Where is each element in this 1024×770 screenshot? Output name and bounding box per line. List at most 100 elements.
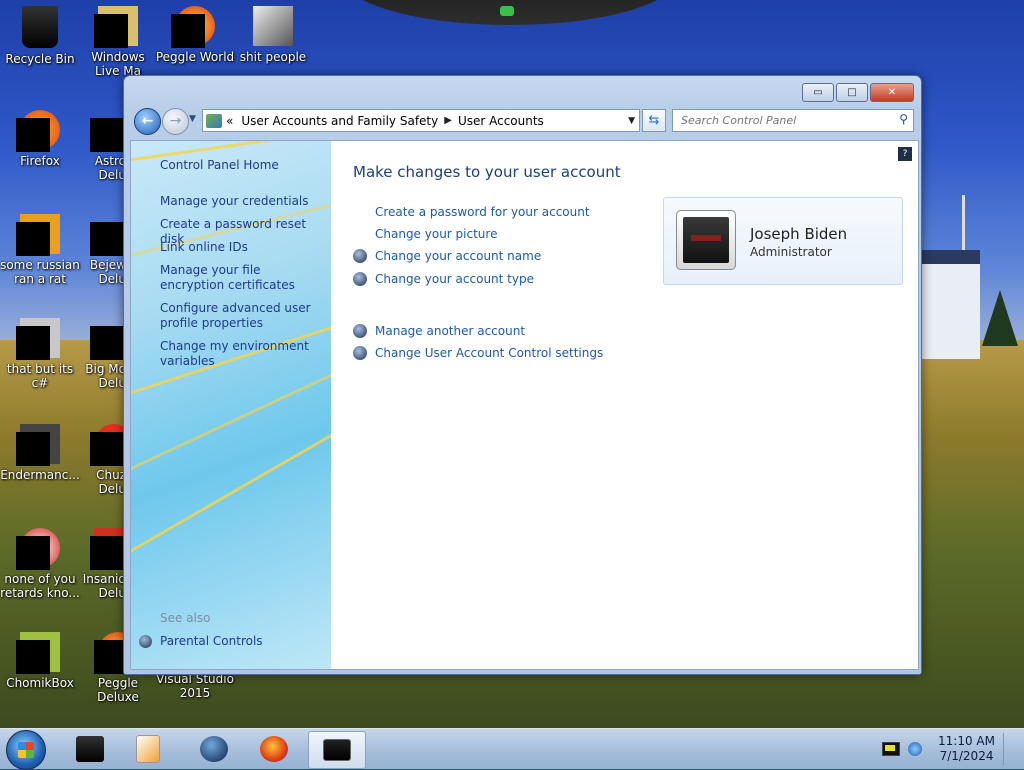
firefox-icon <box>260 736 288 762</box>
minimize-button[interactable]: ▭ <box>802 83 834 102</box>
media-player-icon <box>136 735 160 763</box>
shield-icon <box>353 272 367 286</box>
page-title: Make changes to your user account <box>353 163 621 181</box>
arrow-right-icon: → <box>169 113 182 129</box>
refresh-icon: ⇆ <box>648 113 660 128</box>
desktop-icon-firefox[interactable]: Firefox <box>0 110 80 168</box>
desktop-icon-windows-live[interactable]: Windows Live Ma <box>78 6 158 78</box>
see-also-heading: See also <box>160 611 211 625</box>
folder-icon <box>253 6 293 46</box>
task-change-account-name[interactable]: Change your account name <box>375 249 541 263</box>
app-icon <box>16 318 60 360</box>
sidebar-advanced-profile[interactable]: Configure advanced user profile properti… <box>160 301 325 331</box>
user-picture-icon <box>683 217 729 263</box>
close-button[interactable]: ✕ <box>870 83 914 102</box>
user-account-card: Joseph Biden Administrator <box>663 197 903 285</box>
chomikbox-icon <box>16 632 60 674</box>
app-icon <box>16 528 60 570</box>
control-panel-icon <box>206 113 222 128</box>
app-icon <box>16 214 60 256</box>
desktop-icon-bejeweled[interactable]: Bejew Delu <box>78 214 126 286</box>
search-icon[interactable]: ⚲ <box>899 112 908 126</box>
help-button[interactable]: ? <box>898 147 912 161</box>
peggle-world-icon <box>171 6 215 48</box>
recent-pages-dropdown[interactable]: ▼ <box>189 114 196 124</box>
wallpaper-tree <box>982 290 1018 346</box>
sidebar-link-online-ids[interactable]: Link online IDs <box>160 240 325 255</box>
windows-live-icon <box>94 6 138 48</box>
task-change-account-type[interactable]: Change your account type <box>375 272 534 286</box>
sidebar-file-encryption[interactable]: Manage your file encryption certificates <box>160 263 325 293</box>
maximize-button[interactable]: □ <box>836 83 868 102</box>
desktop-icon-folder[interactable]: shit people <box>233 6 313 64</box>
unknown-app-icon <box>76 736 104 762</box>
taskbar: 11:10 AM 7/1/2024 <box>0 728 1024 770</box>
start-button[interactable] <box>6 730 46 770</box>
desktop-icon-recycle-bin[interactable]: Recycle Bin <box>0 6 80 66</box>
system-tray: 11:10 AM 7/1/2024 <box>882 733 1014 765</box>
breadcrumb-overflow[interactable]: « <box>226 114 233 128</box>
task-change-picture[interactable]: Change your picture <box>375 227 497 241</box>
forward-button[interactable]: → <box>162 108 189 135</box>
main-panel: ? Make changes to your user account Crea… <box>331 141 918 669</box>
control-panel-icon <box>323 739 351 761</box>
chevron-down-icon: ▼ <box>189 114 196 124</box>
desktop-icon-none-of-you[interactable]: none of you retards kno... <box>0 528 80 600</box>
clock-time: 11:10 AM <box>938 734 995 748</box>
desktop-icon-csharp[interactable]: that but its c# <box>0 318 80 390</box>
network-icon[interactable] <box>908 742 923 756</box>
shield-icon <box>353 346 367 360</box>
taskbar-app-4[interactable] <box>246 731 302 767</box>
desktop-icon-astro[interactable]: Astro Delu <box>78 110 126 182</box>
sidebar-control-panel-home[interactable]: Control Panel Home <box>160 158 325 173</box>
shield-icon <box>353 324 367 338</box>
taskbar-app-2[interactable] <box>120 731 176 767</box>
clock[interactable]: 11:10 AM 7/1/2024 <box>938 734 995 764</box>
globe-icon <box>200 736 228 762</box>
show-desktop-button[interactable] <box>1003 733 1014 765</box>
user-name: Joseph Biden <box>750 225 848 243</box>
back-button[interactable]: ← <box>134 108 161 135</box>
sidebar-environment-variables[interactable]: Change my environment variables <box>160 339 325 369</box>
taskbar-app-control-panel[interactable] <box>308 731 366 769</box>
breadcrumb-user-accounts-family-safety[interactable]: User Accounts and Family Safety <box>241 114 438 128</box>
desktop-icon-peggle-world[interactable]: Peggle World <box>155 6 235 64</box>
task-uac-settings[interactable]: Change User Account Control settings <box>375 346 603 360</box>
taskbar-app-1[interactable] <box>62 731 118 767</box>
desktop-icon-insaniquarium[interactable]: Insaniq Delu <box>78 528 134 600</box>
user-role: Administrator <box>750 245 832 259</box>
desktop-icon-visual-studio[interactable]: Visual Studio 2015 <box>155 672 235 700</box>
breadcrumb-user-accounts[interactable]: User Accounts <box>458 114 544 128</box>
search-input[interactable] <box>679 110 893 131</box>
arrow-left-icon: ← <box>141 113 154 129</box>
task-create-password[interactable]: Create a password for your account <box>375 205 590 219</box>
recycle-bin-icon <box>22 6 58 48</box>
desktop-icon-russian-rat[interactable]: some russian ran a rat <box>0 214 80 286</box>
address-dropdown-icon[interactable]: ▼ <box>628 116 635 126</box>
search-box[interactable]: ⚲ <box>672 109 914 132</box>
desktop-icon-chomikbox[interactable]: ChomikBox <box>0 632 80 690</box>
sidebar: Control Panel Home Manage your credentia… <box>131 141 331 669</box>
window-controls: ▭ □ ✕ <box>802 83 914 102</box>
firefox-icon <box>16 110 60 152</box>
parental-controls-icon <box>139 635 152 648</box>
navigation-bar: ← → ▼ « User Accounts and Family Safety … <box>132 106 914 135</box>
gadget-indicator <box>500 6 514 16</box>
desktop-icon-endermanch[interactable]: Endermanc... <box>0 424 80 482</box>
desktop-icon-big-money[interactable]: Big Mo Delu <box>78 318 126 390</box>
taskbar-app-3[interactable] <box>186 731 242 767</box>
refresh-button[interactable]: ⇆ <box>642 109 666 132</box>
sidebar-decoration <box>131 431 331 564</box>
desktop-icon-chuzzle[interactable]: Chuz Delu <box>78 424 134 496</box>
breadcrumb-separator-icon[interactable]: ▶ <box>444 115 452 126</box>
sidebar-parental-controls[interactable]: Parental Controls <box>160 634 325 649</box>
shield-icon <box>353 249 367 263</box>
wallpaper-house <box>920 250 980 359</box>
avatar[interactable] <box>676 210 736 270</box>
task-manage-another-account[interactable]: Manage another account <box>375 324 525 338</box>
action-center-icon[interactable] <box>882 742 901 756</box>
sidebar-manage-credentials[interactable]: Manage your credentials <box>160 194 325 209</box>
user-accounts-window: ▭ □ ✕ ← → ▼ « User Accounts and Family S… <box>123 75 922 675</box>
address-bar[interactable]: « User Accounts and Family Safety ▶ User… <box>202 109 640 132</box>
clock-date: 7/1/2024 <box>939 749 994 763</box>
